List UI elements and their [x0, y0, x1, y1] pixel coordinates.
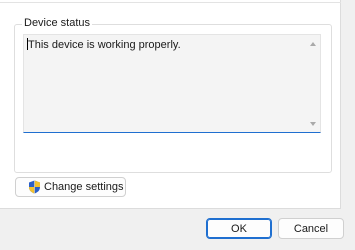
scroll-down-arrow-icon[interactable]	[310, 122, 316, 126]
ok-button[interactable]: OK	[206, 218, 272, 239]
scroll-up-arrow-icon[interactable]	[310, 42, 316, 46]
uac-shield-icon	[29, 180, 40, 194]
device-status-text: This device is working properly.	[28, 39, 181, 51]
cancel-label: Cancel	[293, 222, 329, 235]
device-status-textbox[interactable]: This device is working properly.	[23, 34, 321, 133]
change-settings-label: Change settings	[44, 181, 124, 193]
change-settings-button[interactable]: Change settings	[15, 177, 126, 197]
ok-label: OK	[231, 222, 247, 235]
device-status-label: Device status	[22, 17, 93, 30]
panel-top-edge	[0, 0, 341, 3]
cancel-button[interactable]: Cancel	[278, 218, 344, 239]
device-status-text-wrapper: This device is working properly.	[27, 38, 181, 51]
